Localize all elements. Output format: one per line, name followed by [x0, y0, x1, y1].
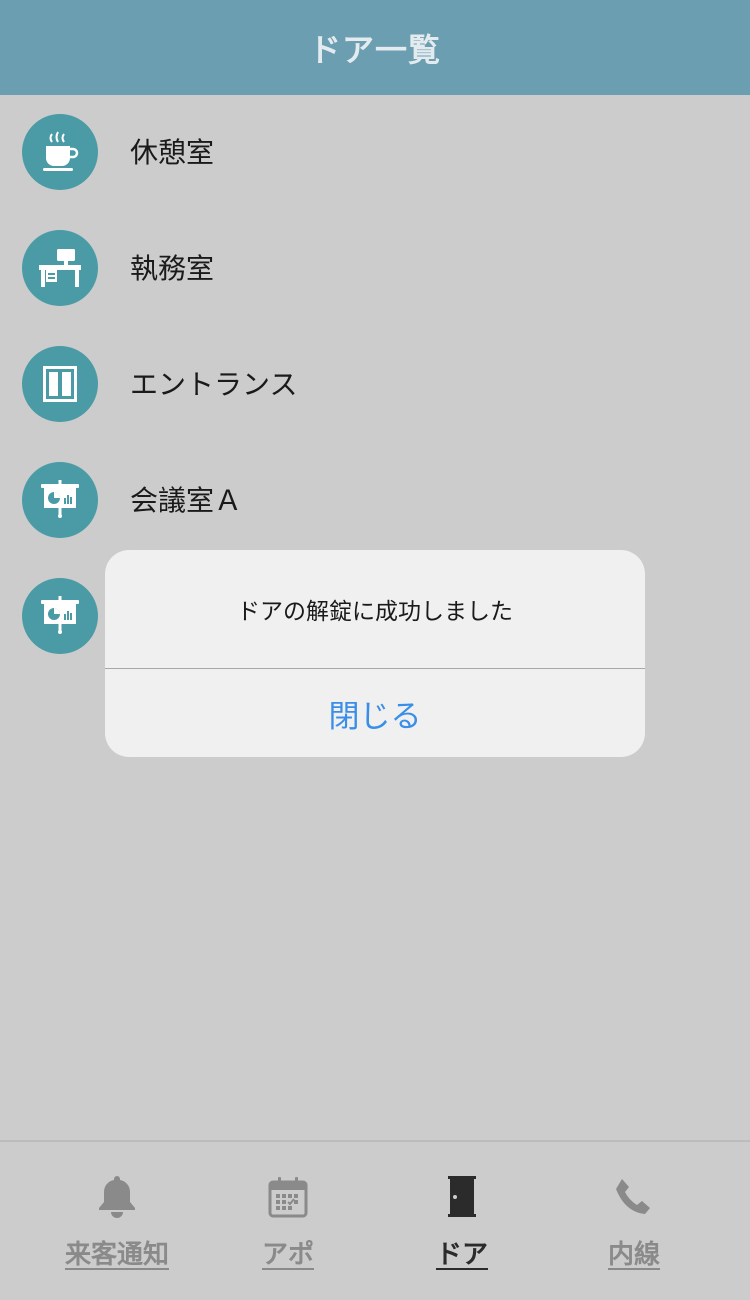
close-button[interactable]: 閉じる [105, 669, 645, 757]
bell-icon [95, 1174, 139, 1220]
alert-message: ドアの解錠に成功しました [237, 599, 513, 625]
calendar-icon [266, 1174, 310, 1220]
tab-label: 内線 [607, 1240, 660, 1270]
page-title: ドア一覧 [308, 30, 441, 69]
tab-label: 来客通知 [64, 1240, 169, 1270]
phone-icon [612, 1174, 656, 1220]
tab-door[interactable]: ドア [382, 1142, 542, 1300]
tab-bar: 来客通知 アポ ドア 内線 [0, 1140, 750, 1300]
tab-appointment[interactable]: アポ [208, 1142, 368, 1300]
door-icon [440, 1174, 484, 1220]
alert-dialog: ドアの解錠に成功しました 閉じる [105, 550, 645, 757]
tab-extension[interactable]: 内線 [554, 1142, 714, 1300]
tab-label: アポ [261, 1240, 314, 1270]
tab-label: ドア [435, 1240, 488, 1270]
tab-visitor-notification[interactable]: 来客通知 [37, 1142, 197, 1300]
header-bar: ドア一覧 [0, 0, 750, 95]
